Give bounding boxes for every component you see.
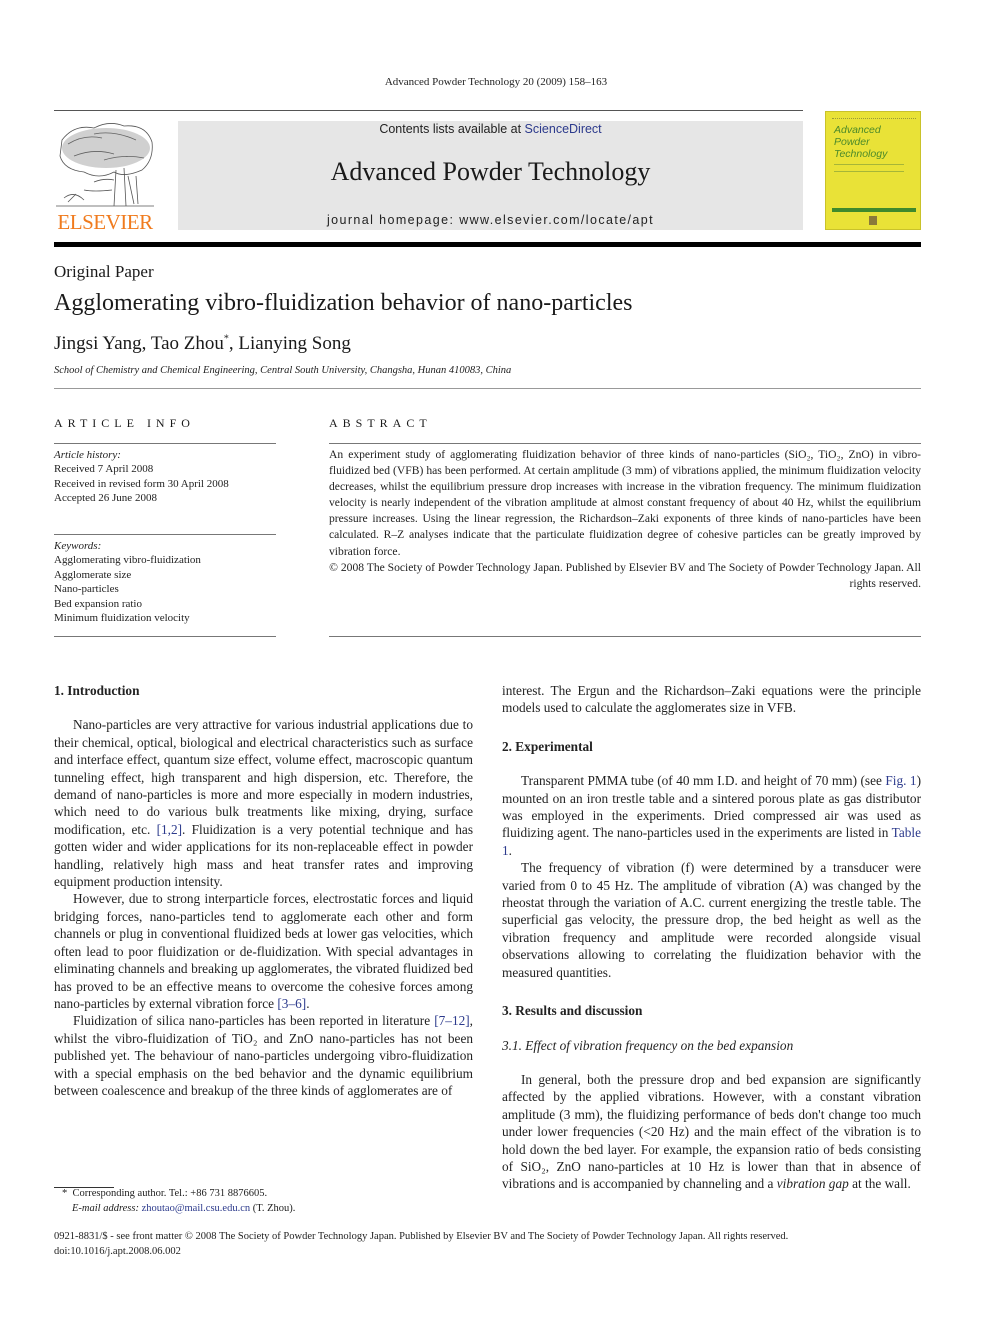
sciencedirect-link[interactable]: ScienceDirect <box>525 122 602 136</box>
history-label: Article history: <box>54 449 121 461</box>
contents-line: Contents lists available at ScienceDirec… <box>178 122 803 136</box>
affiliation-rule <box>54 388 921 389</box>
abstract-copyright: © 2008 The Society of Powder Technology … <box>329 560 921 590</box>
cover-subtitle <box>834 164 904 172</box>
history-item: Received 7 April 2008 <box>54 463 154 476</box>
paragraph: In general, both the pressure drop and b… <box>502 1071 921 1192</box>
footnote: * Corresponding author. Tel.: +86 731 88… <box>62 1188 296 1214</box>
keywords: Keywords: Agglomerating vibro-fluidizati… <box>54 539 201 625</box>
contents-prefix: Contents lists available at <box>379 122 525 136</box>
author-name[interactable]: Tao Zhou <box>151 333 224 354</box>
keyword: Bed expansion ratio <box>54 597 142 610</box>
author-name[interactable]: Lianying Song <box>238 333 350 354</box>
section-heading: 2. Experimental <box>502 738 593 754</box>
divider <box>329 636 921 637</box>
footnote-mark: * <box>62 1188 68 1199</box>
email-link[interactable]: zhoutao@mail.csu.edu.cn <box>142 1203 251 1214</box>
divider <box>329 443 921 444</box>
keyword: Agglomerating vibro-fluidization <box>54 554 201 567</box>
figure-link[interactable]: Fig. 1 <box>885 773 916 788</box>
article-title: Agglomerating vibro-fluidization behavio… <box>54 290 633 316</box>
cover-elsevier-icon <box>869 216 877 225</box>
divider <box>54 443 276 444</box>
abstract-heading: ABSTRACT <box>329 416 432 430</box>
keyword: Agglomerate size <box>54 568 132 581</box>
issn-line: 0921-8831/$ - see front matter © 2008 Th… <box>54 1231 789 1242</box>
subsection-heading: 3.1. Effect of vibration frequency on th… <box>502 1037 794 1053</box>
divider <box>54 636 276 637</box>
email-label: E-mail address: <box>72 1202 142 1214</box>
cover-title: Advanced Powder Technology <box>834 124 888 160</box>
keywords-label: Keywords: <box>54 540 102 552</box>
citation-link[interactable]: [1,2] <box>157 822 182 837</box>
article-info-heading: ARTICLE INFO <box>54 416 195 430</box>
paragraph: However, due to strong interparticle for… <box>54 891 473 1011</box>
citation-link[interactable]: [7–12] <box>434 1013 469 1028</box>
article-history: Article history: Received 7 April 2008 R… <box>54 448 229 506</box>
doi-link[interactable]: doi:10.1016/j.apt.2008.06.002 <box>54 1245 924 1260</box>
paragraph: The frequency of vibration (f) were dete… <box>502 860 921 980</box>
body-column-right: interest. The Ergun and the Richardson–Z… <box>502 682 921 1193</box>
history-item: Accepted 26 June 2008 <box>54 492 157 505</box>
keyword: Nano-particles <box>54 583 119 596</box>
cover-green-bar <box>832 208 916 212</box>
author-name[interactable]: Jingsi Yang <box>54 333 142 354</box>
affiliation: School of Chemistry and Chemical Enginee… <box>54 365 512 376</box>
journal-homepage-link[interactable]: journal homepage: www.elsevier.com/locat… <box>178 213 803 227</box>
issn-footer: 0921-8831/$ - see front matter © 2008 Th… <box>54 1230 924 1259</box>
paper-type: Original Paper <box>54 262 154 281</box>
elsevier-logo[interactable]: ELSEVIER <box>54 120 156 234</box>
journal-cover-thumbnail[interactable]: Advanced Powder Technology <box>825 111 921 230</box>
paragraph: Transparent PMMA tube (of 40 mm I.D. and… <box>502 773 921 858</box>
cover-top-line <box>832 116 916 119</box>
running-head: Advanced Powder Technology 20 (2009) 158… <box>384 76 608 88</box>
abstract-text: An experiment study of agglomerating flu… <box>329 448 921 558</box>
section-heading: 3. Results and discussion <box>502 1003 643 1019</box>
body-column-left: 1. Introduction Nano-particles are very … <box>54 682 473 1099</box>
header-rule <box>54 110 803 111</box>
footnote-text: Corresponding author. Tel.: +86 731 8876… <box>72 1188 268 1199</box>
author-list: Jingsi Yang, Tao Zhou*, Lianying Song <box>54 333 351 354</box>
paragraph: Fluidization of silica nano-particles ha… <box>54 1013 473 1098</box>
journal-title: Advanced Powder Technology <box>330 157 651 186</box>
journal-banner: Contents lists available at ScienceDirec… <box>178 121 803 230</box>
paragraph: Nano-particles are very attractive for v… <box>54 717 474 890</box>
keyword: Minimum fluidization velocity <box>54 612 190 625</box>
elsevier-tree-icon <box>56 123 154 207</box>
elsevier-wordmark: ELSEVIER <box>57 210 153 234</box>
history-item: Received in revised form 30 April 2008 <box>54 477 229 490</box>
section-heading: 1. Introduction <box>54 683 140 698</box>
header-thick-rule <box>54 242 921 247</box>
abstract-body: An experiment study of agglomerating flu… <box>329 447 921 592</box>
citation-link[interactable]: [3–6] <box>277 996 306 1011</box>
paragraph-continued: interest. The Ergun and the Richardson–Z… <box>502 683 921 716</box>
divider <box>54 534 276 535</box>
